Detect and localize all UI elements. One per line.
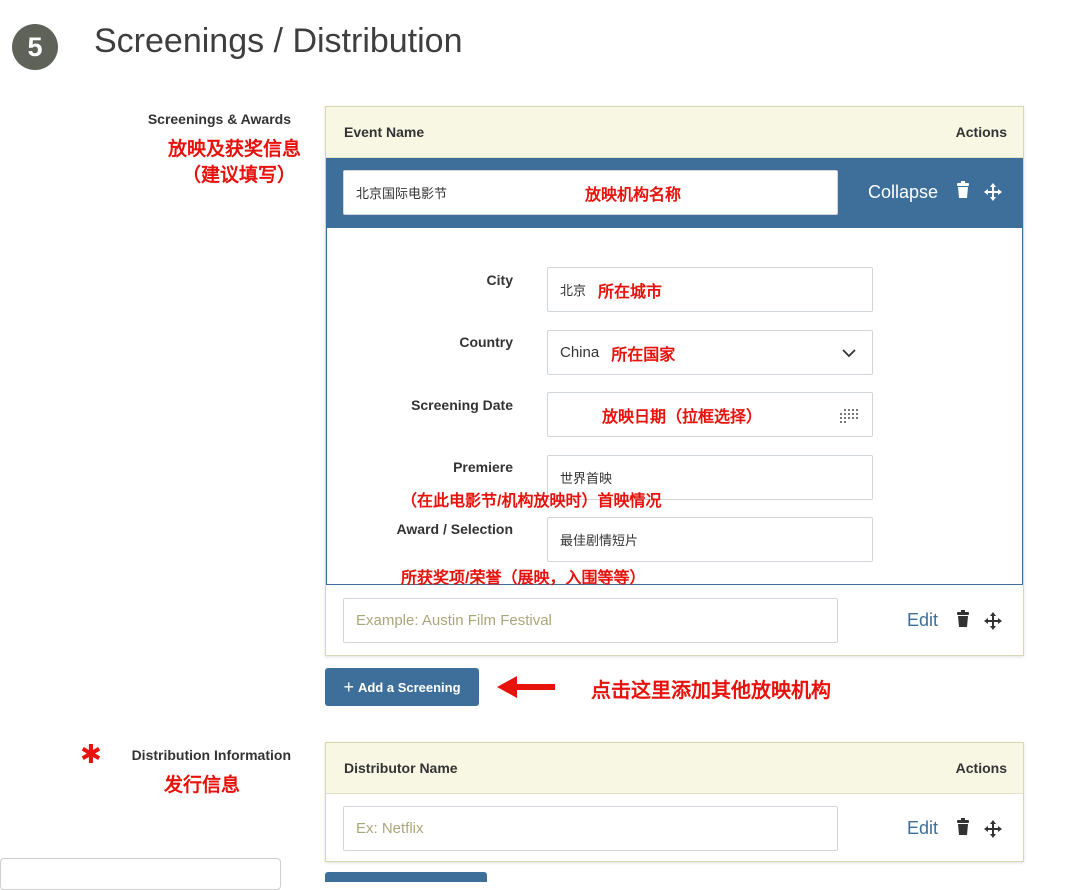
award-annotation: 所获奖项/荣誉（展映，入围等等） xyxy=(401,570,646,587)
event-name-annotation: 放映机构名称 xyxy=(585,187,682,204)
premiere-label: Premiere xyxy=(453,459,513,475)
add-screening-label: Add a Screening xyxy=(357,679,461,695)
new-event-name-input[interactable]: Example: Austin Film Festival xyxy=(343,598,838,643)
screenings-cn-note: （建议填写） xyxy=(181,165,296,186)
new-event-name-placeholder: Example: Austin Film Festival xyxy=(356,612,552,629)
city-value: 北京 xyxy=(560,283,587,298)
country-label: Country xyxy=(459,334,513,350)
screening-date-annotation: 放映日期（拉框选择） xyxy=(602,408,763,426)
screening-row-expanded: 北京国际电影节 放映机构名称 Collapse xyxy=(326,158,1023,228)
arrow-left-icon xyxy=(497,676,555,698)
distributor-name-input[interactable]: Ex: Netflix xyxy=(343,806,838,851)
section-title: Screenings / Distribution xyxy=(94,22,463,60)
award-selection-label: Award / Selection xyxy=(396,521,513,537)
edit-distributor-button[interactable]: Edit xyxy=(907,818,938,839)
screening-detail-panel: City 北京 所在城市 Country China 所在国家 Screenin… xyxy=(326,228,1023,587)
country-value: China xyxy=(560,344,600,361)
award-selection-input[interactable]: 最佳剧情短片 xyxy=(547,517,873,562)
trash-icon[interactable] xyxy=(956,818,970,836)
step-number-badge: 5 xyxy=(12,24,58,70)
trash-icon[interactable] xyxy=(956,181,970,199)
column-distributor-name: Distributor Name xyxy=(344,760,458,776)
distribution-table: Distributor Name Actions Ex: Netflix Edi… xyxy=(325,742,1024,862)
calendar-icon[interactable] xyxy=(838,408,860,424)
add-screening-annotation: 点击这里添加其他放映机构 xyxy=(591,680,831,702)
city-annotation: 所在城市 xyxy=(598,283,663,301)
screening-date-label: Screening Date xyxy=(411,397,513,413)
distributor-name-placeholder: Ex: Netflix xyxy=(356,820,424,837)
screenings-table-header: Event Name Actions xyxy=(326,107,1023,158)
premiere-value: 世界首映 xyxy=(560,471,613,486)
event-name-value: 北京国际电影节 xyxy=(356,186,448,201)
collapse-button[interactable]: Collapse xyxy=(868,182,938,203)
screenings-table: Event Name Actions 北京国际电影节 放映机构名称 Collap… xyxy=(325,106,1024,656)
add-screening-button[interactable]: + Add a Screening xyxy=(325,668,479,706)
edit-screening-button[interactable]: Edit xyxy=(907,610,938,631)
move-icon[interactable] xyxy=(983,819,1003,839)
screenings-cn-annotation: 放映及获奖信息 xyxy=(167,139,301,160)
distribution-cn-annotation: 发行信息 xyxy=(163,775,240,796)
required-asterisk-icon: ✱ xyxy=(80,739,102,769)
chevron-down-icon xyxy=(842,349,856,358)
country-select[interactable]: China 所在国家 xyxy=(547,330,873,375)
city-input[interactable]: 北京 所在城市 xyxy=(547,267,873,312)
column-actions: Actions xyxy=(955,124,1007,140)
plus-icon: + xyxy=(343,676,354,697)
premiere-annotation: （在此电影节/机构放映时）首映情况 xyxy=(401,493,662,510)
bottom-left-panel xyxy=(0,858,281,890)
column-actions: Actions xyxy=(955,760,1007,776)
distribution-table-header: Distributor Name Actions xyxy=(326,743,1023,794)
move-icon[interactable] xyxy=(983,611,1003,631)
city-label: City xyxy=(486,272,513,288)
move-icon[interactable] xyxy=(983,182,1003,202)
award-selection-value: 最佳剧情短片 xyxy=(560,533,639,548)
trash-icon[interactable] xyxy=(956,610,970,628)
distribution-info-label: Distribution Information xyxy=(131,747,291,763)
screenings-awards-label: Screenings & Awards xyxy=(147,111,291,127)
column-event-name: Event Name xyxy=(344,124,425,140)
add-distributor-button[interactable] xyxy=(325,872,487,882)
screening-date-input[interactable]: 放映日期（拉框选择） xyxy=(547,392,873,437)
country-annotation: 所在国家 xyxy=(611,346,676,364)
